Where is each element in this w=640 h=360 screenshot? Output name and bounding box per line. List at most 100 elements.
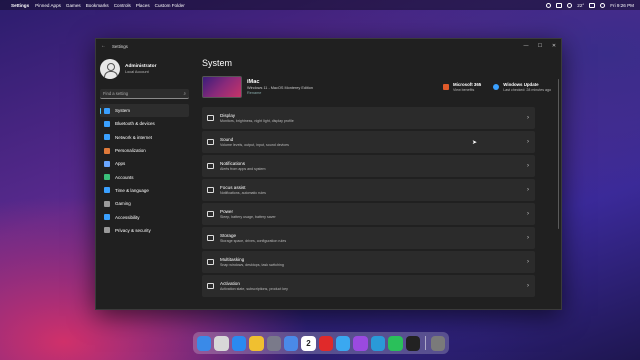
settings-row-notifications[interactable]: Notifications Alerts from apps and system… — [202, 155, 535, 177]
globe-clock-icon — [104, 187, 110, 194]
calendar-icon[interactable]: 2 — [301, 335, 316, 351]
menu-bar: Settings Pinned Apps Games Bookmarks Con… — [0, 0, 640, 10]
settings-icon[interactable] — [266, 335, 281, 351]
settings-row-focus-assist[interactable]: Focus assist Notifications, automatic rul… — [202, 179, 535, 201]
battery-icon[interactable] — [556, 2, 563, 8]
power-icon — [207, 211, 214, 217]
network-icon — [104, 134, 110, 141]
sidebar-item-network[interactable]: Network & internet — [100, 131, 189, 144]
settings-row-activation[interactable]: Activation Activation state, subscription… — [202, 275, 535, 297]
microsoft-365-title: Microsoft 365 — [452, 82, 482, 87]
sidebar-item-bluetooth[interactable]: Bluetooth & devices — [100, 117, 189, 130]
sidebar-item-system[interactable]: System — [100, 104, 189, 118]
sidebar-item-accounts[interactable]: Accounts — [100, 170, 189, 183]
windows-update-sub: Last checked: 28 minutes ago — [503, 88, 551, 92]
chevron-right-icon: › — [527, 211, 529, 217]
sidebar-item-label: Apps — [115, 161, 126, 167]
settings-row-power[interactable]: Power Sleep, battery usage, battery saver… — [202, 203, 535, 225]
dock-separator — [424, 336, 426, 350]
settings-row-display[interactable]: Display Monitors, brightness, night light… — [202, 107, 535, 129]
title-bar: ← Settings — ☐ ✕ — [96, 39, 561, 53]
windows-update-tile[interactable]: Windows Update Last checked: 28 minutes … — [493, 82, 551, 92]
sidebar-item-accessibility[interactable]: Accessibility — [100, 210, 189, 223]
menu-clock[interactable]: Fri 9:26 PM — [610, 3, 634, 8]
settings-row-storage[interactable]: Storage Storage space, drives, configurat… — [202, 227, 535, 249]
microsoft-365-icon — [442, 84, 449, 90]
menu-item-pinned-apps[interactable]: Pinned Apps — [35, 3, 61, 8]
row-subtitle: Sleep, battery usage, battery saver — [220, 215, 276, 219]
avatar — [100, 59, 120, 79]
status-icon[interactable] — [546, 2, 552, 8]
sidebar-item-privacy[interactable]: Privacy & security — [100, 224, 189, 237]
sidebar-item-label: Time & language — [115, 187, 149, 193]
profile-account-type: Local Account — [125, 70, 149, 74]
minimize-button[interactable]: — — [519, 43, 533, 49]
moon-icon — [207, 187, 214, 193]
sidebar-item-gaming[interactable]: Gaming — [100, 197, 189, 210]
display-icon — [207, 115, 214, 121]
sidebar-item-apps[interactable]: Apps — [100, 157, 189, 170]
row-title: Sound — [220, 137, 234, 142]
sidebar-item-label: Accessibility — [115, 214, 140, 220]
settings-row-sound[interactable]: Sound Volume levels, output, input, sound… — [202, 131, 535, 153]
search-icon[interactable] — [600, 2, 606, 8]
control-center-icon[interactable] — [589, 2, 596, 8]
shield-icon — [104, 227, 110, 234]
menu-item-controls[interactable]: Controls — [114, 3, 131, 8]
search-input[interactable]: Find a setting ⌕ — [100, 89, 189, 99]
edge-icon[interactable] — [370, 335, 386, 351]
row-title: Focus assist — [220, 185, 246, 190]
menu-item-places[interactable]: Places — [136, 3, 150, 8]
apps-icon — [104, 160, 110, 167]
device-header: iMac Windows 11 - MacOS Monterey Edition… — [202, 76, 551, 98]
photos-icon[interactable] — [249, 335, 264, 351]
storage-icon — [207, 235, 214, 241]
safari-icon[interactable] — [336, 335, 351, 351]
launchpad-icon[interactable] — [214, 335, 229, 351]
app-store-icon[interactable] — [231, 335, 247, 351]
spotify-icon[interactable] — [388, 335, 403, 351]
device-name: iMac — [247, 79, 260, 85]
menu-item-games[interactable]: Games — [66, 3, 81, 8]
menu-app-name[interactable]: Settings — [11, 3, 29, 8]
mail-icon[interactable] — [283, 335, 299, 351]
settings-window: ← Settings — ☐ ✕ Administrator Local Acc… — [95, 38, 562, 310]
sidebar-item-label: Network & internet — [115, 134, 153, 140]
windows-update-title: Windows Update — [503, 82, 539, 87]
menu-item-custom-folder[interactable]: Custom Folder — [155, 3, 185, 8]
microsoft-365-tile[interactable]: Microsoft 365 View benefits — [442, 82, 482, 92]
chevron-right-icon: › — [527, 283, 529, 289]
person-icon — [104, 174, 110, 181]
finder-icon[interactable] — [197, 335, 212, 351]
row-subtitle: Notifications, automatic rules — [220, 191, 266, 195]
device-os: Windows 11 - MacOS Monterey Edition — [247, 86, 313, 90]
sidebar-item-time-language[interactable]: Time & language — [100, 184, 189, 197]
twitch-icon[interactable] — [353, 335, 368, 351]
sidebar-item-personalization[interactable]: Personalization — [100, 144, 189, 157]
settings-row-multitasking[interactable]: Multitasking Snap windows, desktops, task… — [202, 251, 535, 273]
profile[interactable]: Administrator Local Account — [100, 55, 192, 83]
back-arrow-icon[interactable]: ← — [101, 43, 106, 49]
main-content: System iMac Windows 11 - MacOS Monterey … — [202, 53, 551, 309]
weather-temp[interactable]: 22° — [577, 3, 584, 8]
microsoft-365-sub: View benefits — [452, 88, 475, 92]
menu-item-bookmarks[interactable]: Bookmarks — [86, 3, 109, 8]
sidebar-item-label: Bluetooth & devices — [115, 121, 155, 127]
trash-icon[interactable] — [430, 335, 446, 351]
nav-list: System Bluetooth & devices Network & int… — [100, 104, 192, 237]
search-icon[interactable]: ⌕ — [183, 91, 186, 96]
close-button[interactable]: ✕ — [547, 43, 561, 49]
youtube-icon[interactable] — [318, 335, 333, 351]
mouse-cursor-icon: ➤ — [472, 140, 478, 146]
chevron-right-icon: › — [527, 235, 529, 241]
sidebar: Administrator Local Account Find a setti… — [96, 53, 192, 309]
row-title: Multitasking — [220, 257, 245, 262]
multitasking-icon — [207, 259, 214, 265]
scrollbar[interactable] — [557, 79, 559, 229]
rename-link[interactable]: Rename — [247, 91, 313, 95]
wifi-icon[interactable] — [567, 2, 573, 8]
maximize-button[interactable]: ☐ — [533, 43, 547, 49]
accessibility-icon — [104, 214, 110, 221]
terminal-icon[interactable] — [405, 335, 420, 351]
sidebar-item-label: System — [115, 108, 131, 114]
